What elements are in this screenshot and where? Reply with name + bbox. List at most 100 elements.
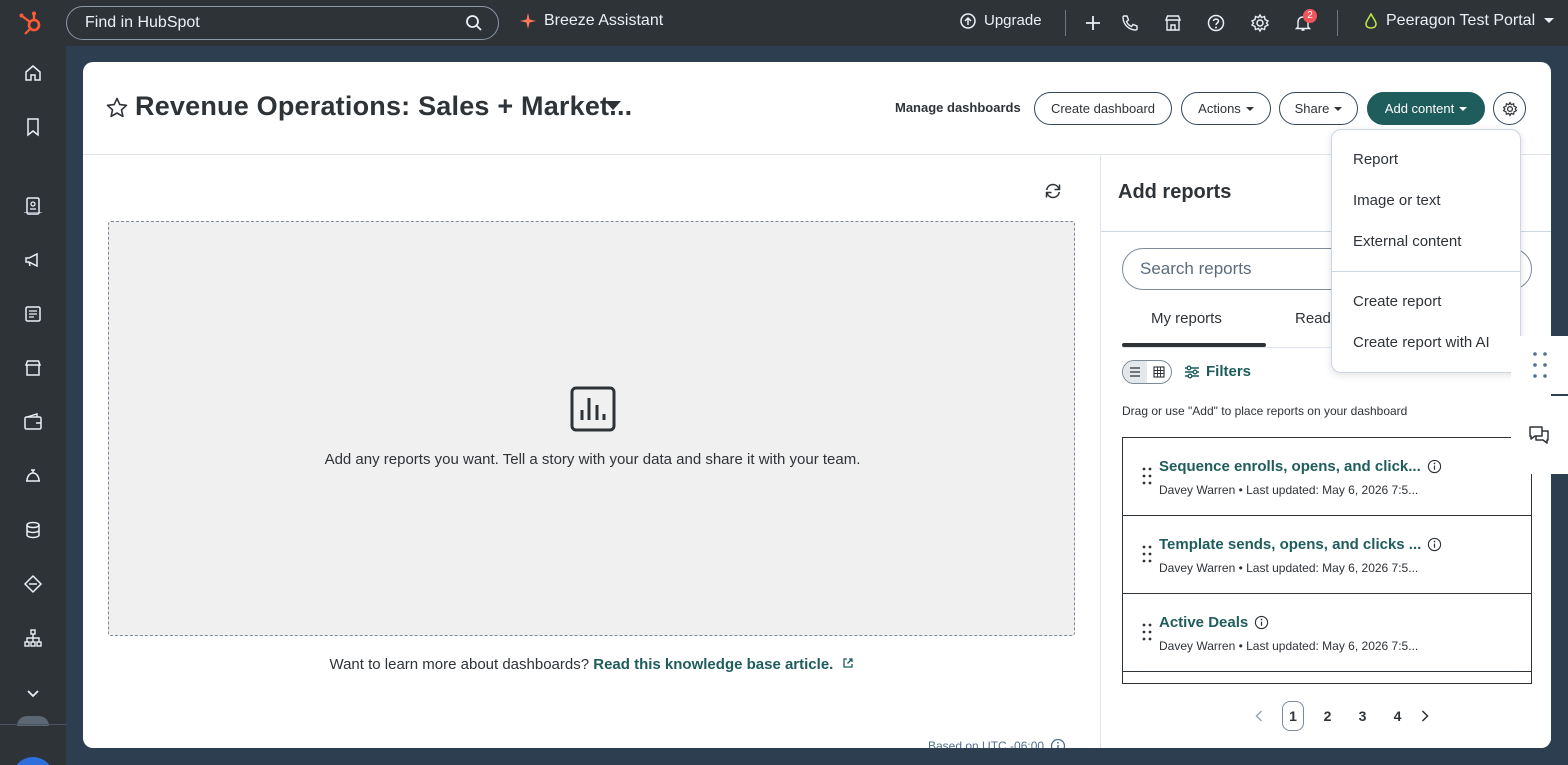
contacts-icon[interactable] — [23, 196, 43, 216]
info-icon[interactable] — [1427, 459, 1442, 474]
menu-item-external-content[interactable]: External content — [1353, 233, 1461, 250]
sidebar-divider — [0, 724, 66, 725]
actions-label: Actions — [1198, 101, 1241, 116]
panel-title: Add reports — [1118, 181, 1232, 203]
report-title[interactable]: Template sends, opens, and clicks ... — [1159, 536, 1442, 553]
caret-down-icon — [1334, 106, 1343, 111]
create-dashboard-label: Create dashboard — [1050, 101, 1156, 116]
automation-diamond-icon[interactable] — [23, 574, 43, 594]
report-meta: Davey Warren • Last updated: May 6, 2026… — [1159, 483, 1419, 497]
home-icon[interactable] — [23, 63, 43, 83]
filters-label: Filters — [1206, 363, 1252, 380]
floating-drag-widget[interactable] — [1511, 336, 1568, 394]
favorite-star-icon[interactable] — [106, 97, 128, 119]
page-3-button[interactable]: 3 — [1345, 701, 1380, 731]
drag-handle-icon[interactable] — [1142, 545, 1152, 563]
commerce-store-icon[interactable] — [23, 358, 43, 378]
settings-gear-icon[interactable] — [1250, 13, 1270, 33]
floating-chat-widget[interactable] — [1511, 396, 1568, 474]
list-item[interactable]: Active Deals Davey Warren • Last updated… — [1123, 594, 1531, 672]
global-search-placeholder: Find in HubSpot — [85, 14, 200, 31]
portal-name: Peeragon Test Portal — [1386, 12, 1536, 29]
list-view-icon[interactable] — [1123, 361, 1147, 383]
timezone-note: Based on UTC -06:00 — [928, 738, 1066, 748]
actions-button[interactable]: Actions — [1181, 92, 1271, 125]
external-link-icon — [842, 658, 853, 668]
upgrade-label: Upgrade — [984, 12, 1042, 29]
page-1-button[interactable]: 1 — [1282, 701, 1304, 731]
share-label: Share — [1294, 101, 1330, 116]
dashboard-settings-button[interactable] — [1493, 92, 1526, 125]
marketplace-icon[interactable] — [1163, 13, 1183, 33]
drag-hint-text: Drag or use "Add" to place reports on yo… — [1122, 404, 1408, 418]
wallet-icon[interactable] — [23, 412, 43, 432]
report-chart-icon — [570, 386, 616, 432]
report-list: Sequence enrolls, opens, and click... Da… — [1122, 437, 1532, 684]
service-bell-icon[interactable] — [23, 466, 43, 486]
content-icon[interactable] — [23, 304, 43, 324]
plus-icon[interactable] — [1083, 13, 1103, 33]
top-nav-bar: Find in HubSpot Breeze Assistant Upgrade — [0, 0, 1568, 46]
bookmark-icon[interactable] — [23, 117, 43, 137]
drag-handle-icon[interactable] — [1142, 623, 1152, 641]
info-icon[interactable] — [1050, 738, 1066, 748]
refresh-icon[interactable] — [1044, 182, 1062, 200]
menu-item-image-or-text[interactable]: Image or text — [1353, 192, 1441, 209]
left-sidebar — [0, 46, 66, 765]
report-title[interactable]: Active Deals — [1159, 614, 1269, 631]
timer-button[interactable] — [12, 757, 54, 765]
filters-button[interactable]: Filters — [1184, 363, 1251, 380]
gear-icon — [1502, 100, 1517, 117]
drag-handle-icon[interactable] — [1533, 352, 1547, 378]
add-content-menu: Report Image or text External content Cr… — [1331, 129, 1521, 373]
sparkle-icon — [520, 13, 536, 29]
menu-item-create-report-with-ai[interactable]: Create report with AI — [1353, 334, 1490, 351]
add-content-label: Add content — [1384, 101, 1455, 116]
hubspot-logo-icon[interactable] — [18, 10, 44, 36]
create-dashboard-button[interactable]: Create dashboard — [1034, 92, 1172, 125]
info-icon[interactable] — [1427, 537, 1442, 552]
knowledge-base-link[interactable]: Read this knowledge base article. — [593, 656, 853, 673]
drag-handle-icon[interactable] — [1142, 467, 1152, 485]
reporting-hierarchy-icon[interactable] — [23, 628, 43, 648]
learn-more-line: Want to learn more about dashboards? Rea… — [83, 656, 1100, 673]
breeze-assistant-label: Breeze Assistant — [544, 12, 664, 29]
chevron-down-icon[interactable] — [23, 684, 43, 704]
report-title[interactable]: Sequence enrolls, opens, and click... — [1159, 458, 1442, 475]
page-4-button[interactable]: 4 — [1380, 701, 1415, 731]
help-icon[interactable] — [1206, 13, 1226, 33]
grid-view-icon[interactable] — [1147, 361, 1171, 383]
portal-switcher[interactable]: Peeragon Test Portal — [1364, 12, 1555, 30]
dashboard-switcher-caret-icon[interactable] — [605, 101, 621, 110]
report-meta: Davey Warren • Last updated: May 6, 2026… — [1159, 639, 1419, 653]
tab-my-reports[interactable]: My reports — [1151, 310, 1222, 327]
add-content-button[interactable]: Add content — [1367, 92, 1485, 125]
chat-bubbles-icon[interactable] — [1528, 425, 1550, 445]
breeze-assistant-button[interactable]: Breeze Assistant — [520, 12, 663, 30]
dashboard-title[interactable]: Revenue Operations: Sales + Market... — [135, 91, 632, 122]
marketing-megaphone-icon[interactable] — [23, 250, 43, 270]
search-icon[interactable] — [465, 14, 483, 32]
report-drop-zone[interactable]: Add any reports you want. Tell a story w… — [108, 221, 1075, 636]
list-item[interactable]: Sequence enrolls, opens, and click... Da… — [1123, 438, 1531, 516]
manage-dashboards-link[interactable]: Manage dashboards — [895, 100, 1021, 115]
topbar-divider — [1065, 10, 1066, 36]
timezone-label: Based on UTC -06:00 — [928, 739, 1045, 748]
upgrade-button[interactable]: Upgrade — [960, 12, 1042, 29]
search-reports-placeholder: Search reports — [1140, 259, 1252, 278]
global-search-input[interactable]: Find in HubSpot — [66, 6, 499, 40]
pagination: 1 2 3 4 — [1241, 701, 1435, 731]
page-2-button[interactable]: 2 — [1310, 701, 1345, 731]
menu-item-create-report[interactable]: Create report — [1353, 293, 1441, 310]
topbar-divider — [1337, 10, 1338, 36]
prev-page-icon[interactable] — [1241, 701, 1276, 731]
data-database-icon[interactable] — [23, 520, 43, 540]
info-icon[interactable] — [1254, 615, 1269, 630]
view-toggle[interactable] — [1122, 360, 1172, 384]
list-item[interactable]: Template sends, opens, and clicks ... Da… — [1123, 516, 1531, 594]
menu-item-report[interactable]: Report — [1353, 151, 1398, 168]
next-page-icon[interactable] — [1415, 701, 1435, 731]
upgrade-arrow-icon — [960, 12, 976, 29]
share-button[interactable]: Share — [1279, 92, 1358, 125]
phone-icon[interactable] — [1120, 13, 1140, 33]
